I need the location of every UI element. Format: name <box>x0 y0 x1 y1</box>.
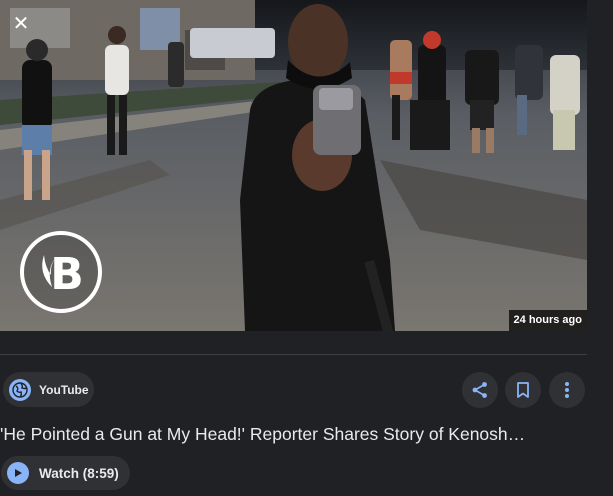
time-badge: 24 hours ago <box>508 310 587 331</box>
svg-text:B: B <box>50 249 84 300</box>
watch-button[interactable]: Watch (8:59) <box>1 456 130 490</box>
panel-edge <box>587 0 613 331</box>
share-icon <box>472 382 487 398</box>
source-chip[interactable]: YouTube <box>3 372 94 407</box>
divider <box>0 354 587 355</box>
save-button[interactable] <box>505 372 541 408</box>
watch-label: Watch (8:59) <box>39 465 119 481</box>
play-icon <box>7 462 29 484</box>
bookmark-icon <box>517 382 529 398</box>
close-button[interactable]: ✕ <box>8 10 34 36</box>
close-icon: ✕ <box>12 11 30 35</box>
globe-icon <box>9 378 31 401</box>
source-name: YouTube <box>39 382 89 397</box>
share-button[interactable] <box>462 372 498 408</box>
more-vert-icon <box>565 382 569 398</box>
result-title[interactable]: 'He Pointed a Gun at My Head!' Reporter … <box>0 424 587 445</box>
more-options-button[interactable] <box>549 372 585 408</box>
video-thumbnail[interactable]: ✕ B 24 hours ago <box>0 0 587 331</box>
channel-logo-icon: B <box>18 229 104 315</box>
